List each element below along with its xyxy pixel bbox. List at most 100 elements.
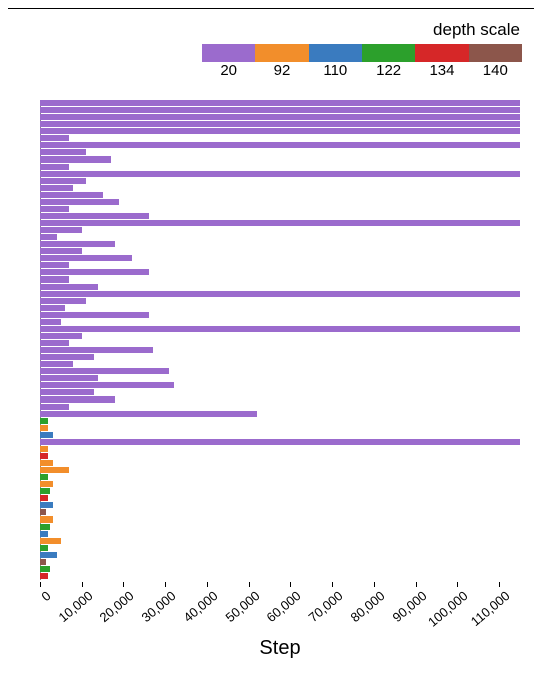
bar (40, 220, 520, 226)
bar (40, 481, 53, 487)
bar (40, 171, 520, 177)
legend-tick-label: 134 (415, 62, 468, 79)
x-tick-label: 30,000 (139, 588, 179, 625)
bar (40, 248, 82, 254)
bar (40, 340, 69, 346)
x-axis-label: Step (40, 637, 520, 660)
bar (40, 439, 520, 445)
bar (40, 227, 82, 233)
bar (40, 552, 57, 558)
x-tick (457, 582, 458, 587)
bar (40, 100, 520, 106)
bar (40, 121, 520, 127)
x-tick-label: 110,000 (468, 588, 513, 629)
legend-swatch (415, 44, 468, 62)
x-tick-label: 40,000 (180, 588, 220, 625)
bar (40, 199, 119, 205)
bar (40, 516, 53, 522)
x-tick (207, 582, 208, 587)
bar (40, 524, 50, 530)
legend-tick-label: 140 (469, 62, 522, 79)
x-tick-label: 60,000 (264, 588, 304, 625)
bar (40, 269, 149, 275)
bar (40, 467, 69, 473)
bar (40, 432, 53, 438)
bar (40, 375, 98, 381)
bar (40, 531, 48, 537)
bar (40, 142, 520, 148)
legend-tick-label: 92 (255, 62, 308, 79)
x-tick-label: 80,000 (347, 588, 387, 625)
chart-area (40, 100, 520, 580)
bar (40, 128, 520, 134)
bar (40, 389, 94, 395)
bar (40, 474, 48, 480)
bar (40, 460, 53, 466)
x-tick-label: 0 (38, 588, 53, 604)
x-tick-label: 90,000 (389, 588, 429, 625)
x-tick (249, 582, 250, 587)
x-tick (290, 582, 291, 587)
x-tick (165, 582, 166, 587)
bar (40, 149, 86, 155)
bar (40, 545, 48, 551)
bar (40, 178, 86, 184)
bar (40, 566, 50, 572)
bar (40, 305, 65, 311)
legend-swatch (362, 44, 415, 62)
plot-region (40, 100, 520, 580)
bar (40, 382, 174, 388)
bar (40, 114, 520, 120)
bar (40, 361, 73, 367)
x-tick (40, 582, 41, 587)
bar (40, 241, 115, 247)
bar (40, 488, 50, 494)
bar (40, 276, 69, 282)
bar (40, 213, 149, 219)
legend-tick-label: 122 (362, 62, 415, 79)
bar (40, 573, 48, 579)
bar (40, 262, 69, 268)
bar (40, 319, 61, 325)
bar (40, 333, 82, 339)
bar (40, 298, 86, 304)
figure-top-rule (8, 8, 534, 9)
legend-tick-label: 110 (309, 62, 362, 79)
bar (40, 135, 69, 141)
x-tick (416, 582, 417, 587)
bar (40, 192, 103, 198)
bar (40, 502, 53, 508)
legend-colorbar (202, 44, 522, 62)
legend-tick-label: 20 (202, 62, 255, 79)
x-tick-label: 100,000 (425, 588, 471, 630)
bar (40, 107, 520, 113)
bar (40, 354, 94, 360)
x-tick (499, 582, 500, 587)
bar (40, 234, 57, 240)
bar (40, 453, 48, 459)
bar (40, 418, 48, 424)
legend-swatch (202, 44, 255, 62)
bar (40, 347, 153, 353)
bar (40, 559, 46, 565)
legend-ticks: 2092110122134140 (202, 62, 522, 79)
bar (40, 404, 69, 410)
bar (40, 396, 115, 402)
bar (40, 284, 98, 290)
legend-swatch (255, 44, 308, 62)
bar (40, 291, 520, 297)
x-tick (374, 582, 375, 587)
bar (40, 156, 111, 162)
bar (40, 425, 48, 431)
bar (40, 538, 61, 544)
bar (40, 368, 169, 374)
x-tick-label: 50,000 (222, 588, 262, 625)
legend-swatch (469, 44, 522, 62)
x-tick-label: 70,000 (306, 588, 346, 625)
bar (40, 164, 69, 170)
legend-title: depth scale (202, 20, 522, 40)
bar (40, 509, 46, 515)
bar (40, 326, 520, 332)
x-tick-label: 10,000 (55, 588, 95, 625)
legend-swatch (309, 44, 362, 62)
